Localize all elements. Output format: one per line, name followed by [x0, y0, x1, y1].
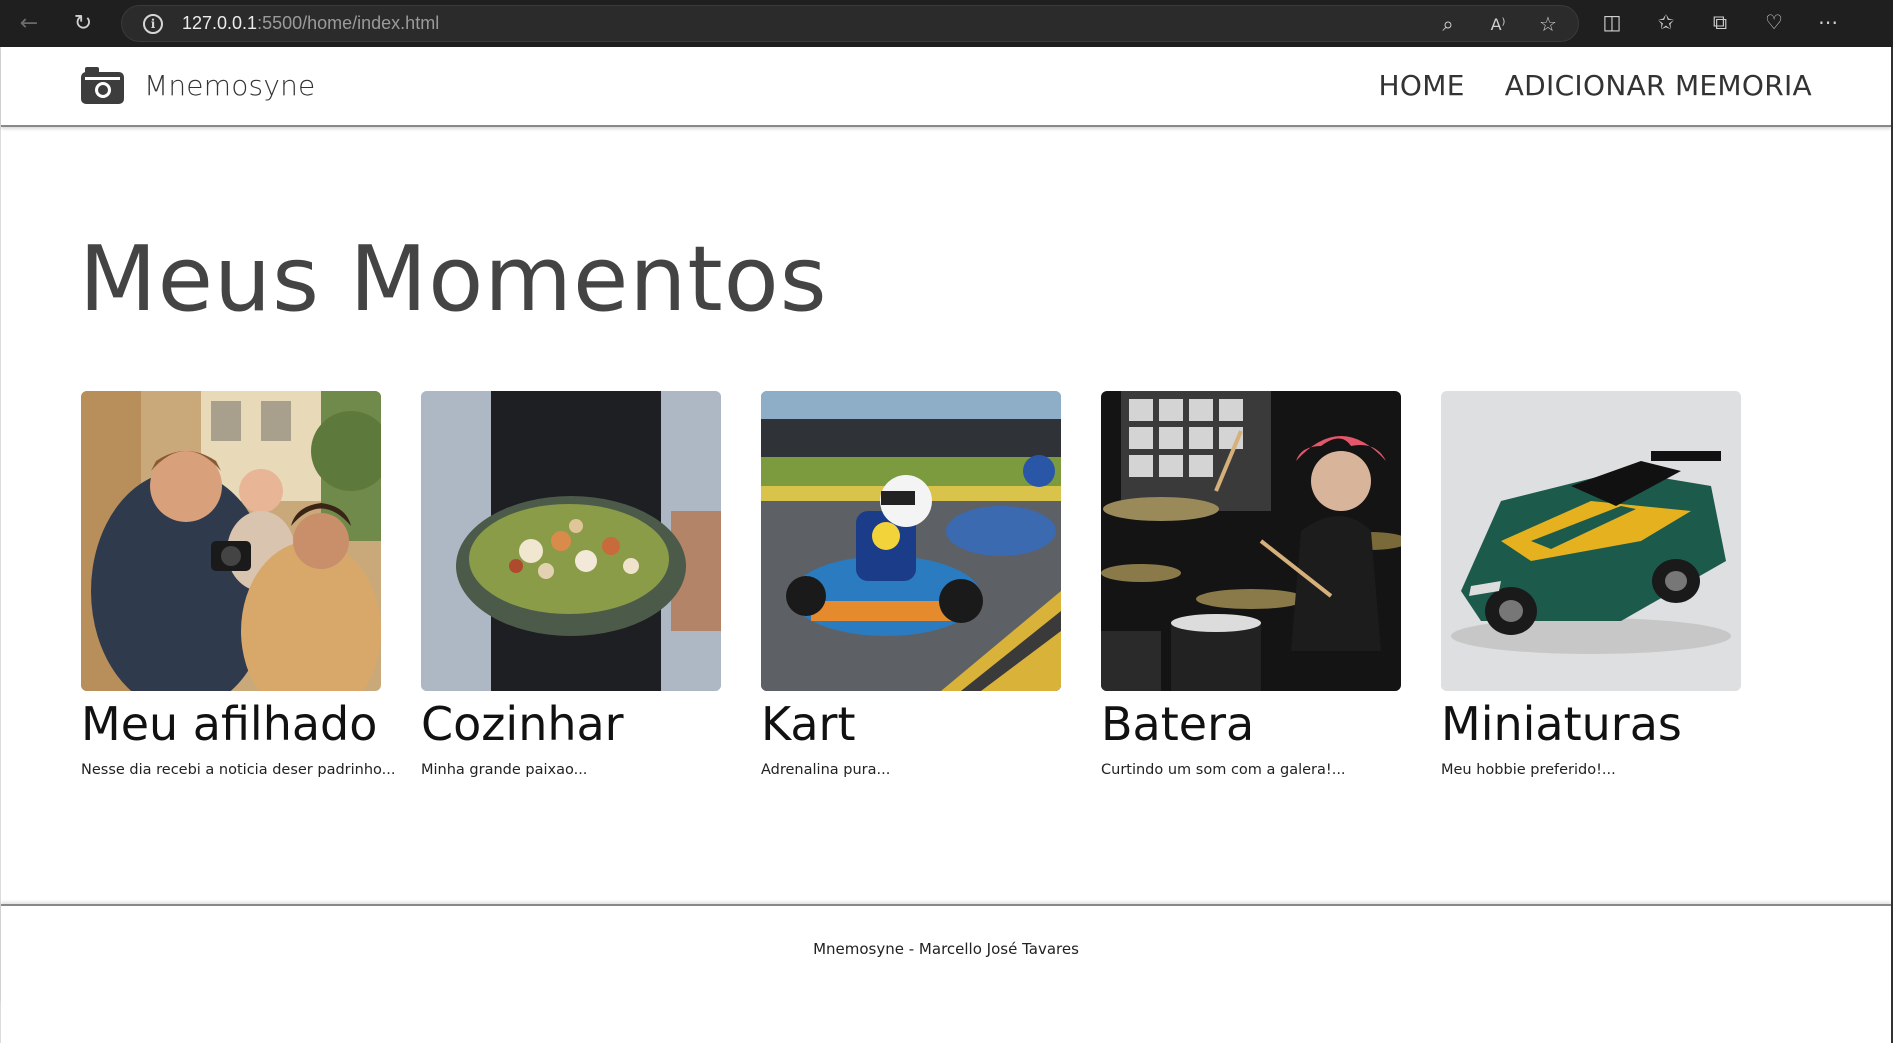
memory-description: Minha grande paixao...: [421, 761, 588, 778]
site-info-icon[interactable]: i: [143, 13, 163, 34]
site-header: Mnemosyne HOME ADICIONAR MEMORIA: [1, 47, 1891, 127]
address-bar[interactable]: i 127.0.0.1:5500/home/index.html ⌕ A⁾ ☆: [121, 5, 1579, 42]
more-options-icon[interactable]: ⋯: [1816, 10, 1840, 34]
memory-description: Meu hobbie preferido!...: [1441, 761, 1616, 778]
memory-photo[interactable]: [1441, 391, 1741, 691]
page-title: Meus Momentos: [79, 227, 828, 332]
site-footer: Mnemosyne - Marcello José Tavares: [1, 904, 1891, 1004]
page-viewport: Mnemosyne HOME ADICIONAR MEMORIA Meus Mo…: [0, 47, 1893, 1043]
url-path: :5500/home/index.html: [257, 13, 440, 33]
memory-card[interactable]: Miniaturas Meu hobbie preferido!...: [1441, 391, 1741, 778]
reload-icon[interactable]: ↻: [70, 10, 96, 36]
collections-icon[interactable]: ⧉: [1708, 10, 1732, 34]
memory-description: Adrenalina pura...: [761, 761, 891, 778]
favorite-star-icon[interactable]: ☆: [1536, 12, 1560, 36]
memory-description: Nesse dia recebi a noticia deser padrinh…: [81, 761, 396, 778]
memory-card[interactable]: Kart Adrenalina pura...: [761, 391, 1061, 778]
memory-card[interactable]: Meu afilhado Nesse dia recebi a noticia …: [81, 391, 396, 778]
split-screen-icon[interactable]: ◫: [1600, 10, 1624, 34]
zoom-out-icon[interactable]: ⌕: [1436, 12, 1460, 36]
read-aloud-icon[interactable]: A⁾: [1486, 12, 1510, 36]
url-text[interactable]: 127.0.0.1:5500/home/index.html: [182, 13, 439, 34]
back-arrow-icon[interactable]: ←: [16, 10, 42, 36]
memory-photo[interactable]: [761, 391, 1061, 691]
memory-title: Cozinhar: [421, 697, 624, 751]
nav-home-link[interactable]: HOME: [1379, 69, 1465, 102]
memory-photo[interactable]: [1101, 391, 1401, 691]
footer-text: Mnemosyne - Marcello José Tavares: [813, 940, 1079, 958]
memory-title: Meu afilhado: [81, 697, 378, 751]
memory-card[interactable]: Batera Curtindo um som com a galera!...: [1101, 391, 1401, 778]
favorites-list-icon[interactable]: ✩: [1654, 10, 1678, 34]
memory-photo[interactable]: [421, 391, 721, 691]
memory-title: Kart: [761, 697, 856, 751]
url-host: 127.0.0.1: [182, 13, 258, 33]
memory-title: Miniaturas: [1441, 697, 1682, 751]
memory-title: Batera: [1101, 697, 1255, 751]
memory-photo[interactable]: [81, 391, 381, 691]
browser-essentials-icon[interactable]: ♡: [1762, 10, 1786, 34]
memory-card[interactable]: Cozinhar Minha grande paixao...: [421, 391, 721, 778]
brand-name: Mnemosyne: [144, 68, 316, 102]
main-nav: HOME ADICIONAR MEMORIA: [1379, 69, 1812, 102]
brand[interactable]: Mnemosyne: [81, 66, 315, 104]
memory-description: Curtindo um som com a galera!...: [1101, 761, 1346, 778]
memory-cards: Meu afilhado Nesse dia recebi a noticia …: [81, 391, 1741, 778]
browser-toolbar: ← ↻ i 127.0.0.1:5500/home/index.html ⌕ A…: [0, 0, 1893, 47]
camera-icon: [81, 67, 124, 104]
nav-add-memory-link[interactable]: ADICIONAR MEMORIA: [1505, 69, 1812, 102]
